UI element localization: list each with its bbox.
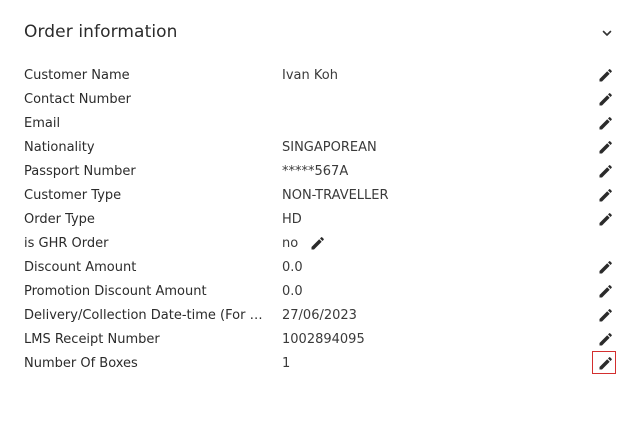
row-is-ghr-order: is GHR Order no xyxy=(24,232,618,256)
row-passport-number: Passport Number *****567A xyxy=(24,160,618,184)
row-lms-receipt-number: LMS Receipt Number 1002894095 xyxy=(24,328,618,352)
edit-lms-receipt-number-pencil-icon[interactable] xyxy=(598,333,612,347)
field-label: Promotion Discount Amount xyxy=(24,284,207,299)
section-title: Order information xyxy=(24,22,178,42)
row-nationality: Nationality SINGAPOREAN xyxy=(24,136,618,160)
edit-nationality-pencil-icon[interactable] xyxy=(598,141,612,155)
edit-discount-amount-pencil-icon[interactable] xyxy=(598,261,612,275)
row-promotion-discount-amount: Promotion Discount Amount 0.0 xyxy=(24,280,618,304)
order-fields-list: Customer Name Ivan Koh Contact Number Em… xyxy=(24,64,618,376)
section-header[interactable]: Order information xyxy=(24,20,618,48)
row-delivery-collection-datetime: Delivery/Collection Date-time (For D... … xyxy=(24,304,618,328)
order-information-panel: Order information Customer Name Ivan Koh… xyxy=(0,0,638,430)
edit-passport-number-pencil-icon[interactable] xyxy=(598,165,612,179)
field-value: *****567A xyxy=(282,164,349,179)
field-value: Ivan Koh xyxy=(282,68,338,83)
edit-customer-type-pencil-icon[interactable] xyxy=(598,189,612,203)
row-email: Email xyxy=(24,112,618,136)
field-label: Order Type xyxy=(24,212,95,227)
field-value: 1002894095 xyxy=(282,332,365,347)
field-value: 0.0 xyxy=(282,260,303,275)
row-number-of-boxes: Number Of Boxes 1 xyxy=(24,351,618,376)
edit-number-of-boxes-pencil-icon[interactable] xyxy=(592,351,616,374)
edit-promotion-discount-amount-pencil-icon[interactable] xyxy=(598,285,612,299)
edit-customer-name-pencil-icon[interactable] xyxy=(598,69,612,83)
row-customer-name: Customer Name Ivan Koh xyxy=(24,64,618,88)
row-order-type: Order Type HD xyxy=(24,208,618,232)
field-label: Contact Number xyxy=(24,92,131,107)
field-value: 27/06/2023 xyxy=(282,308,357,323)
row-discount-amount: Discount Amount 0.0 xyxy=(24,256,618,280)
field-label: is GHR Order xyxy=(24,236,109,251)
field-label: Passport Number xyxy=(24,164,136,179)
edit-delivery-datetime-pencil-icon[interactable] xyxy=(598,309,612,323)
field-label: Nationality xyxy=(24,140,95,155)
edit-contact-number-pencil-icon[interactable] xyxy=(598,93,612,107)
field-value: SINGAPOREAN xyxy=(282,140,377,155)
edit-order-type-pencil-icon[interactable] xyxy=(598,213,612,227)
edit-is-ghr-order-pencil-icon[interactable] xyxy=(310,237,324,251)
field-label: Customer Type xyxy=(24,188,122,203)
field-value: NON-TRAVELLER xyxy=(282,188,389,203)
field-value: HD xyxy=(282,212,302,227)
row-customer-type: Customer Type NON-TRAVELLER xyxy=(24,184,618,208)
field-value: 0.0 xyxy=(282,284,303,299)
field-value: no xyxy=(282,236,299,251)
edit-email-pencil-icon[interactable] xyxy=(598,117,612,131)
field-label: Discount Amount xyxy=(24,260,137,275)
chevron-down-icon[interactable] xyxy=(600,26,614,40)
field-label: Customer Name xyxy=(24,68,130,83)
field-label: LMS Receipt Number xyxy=(24,332,160,347)
row-contact-number: Contact Number xyxy=(24,88,618,112)
field-label: Delivery/Collection Date-time (For D... xyxy=(24,308,270,323)
field-label: Number Of Boxes xyxy=(24,356,138,371)
field-value: 1 xyxy=(282,356,291,371)
field-label: Email xyxy=(24,116,61,131)
